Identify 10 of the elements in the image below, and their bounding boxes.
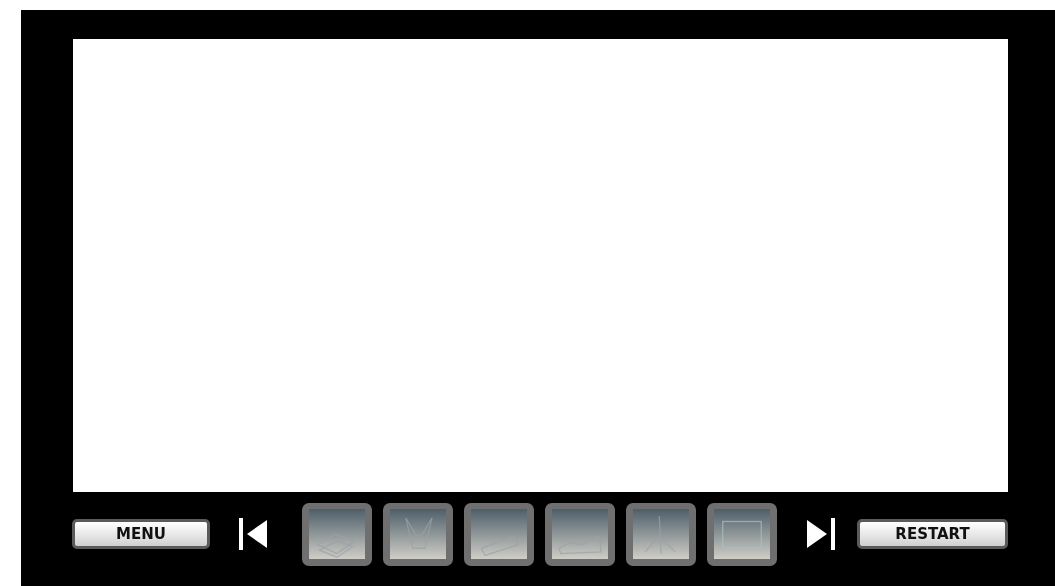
thumbnail-button[interactable] (383, 502, 454, 566)
menu-button[interactable]: MENU (72, 519, 211, 549)
skip-to-end-icon[interactable] (805, 516, 838, 552)
thumbnail-button[interactable] (302, 502, 373, 566)
thumbnail-button[interactable] (626, 502, 697, 566)
thumbnail-button[interactable] (464, 502, 535, 566)
thumbnail-button[interactable] (545, 502, 616, 566)
skip-to-start-icon[interactable] (237, 516, 270, 552)
thumbnail-button[interactable] (707, 502, 778, 566)
restart-button[interactable]: RESTART (857, 519, 1008, 549)
